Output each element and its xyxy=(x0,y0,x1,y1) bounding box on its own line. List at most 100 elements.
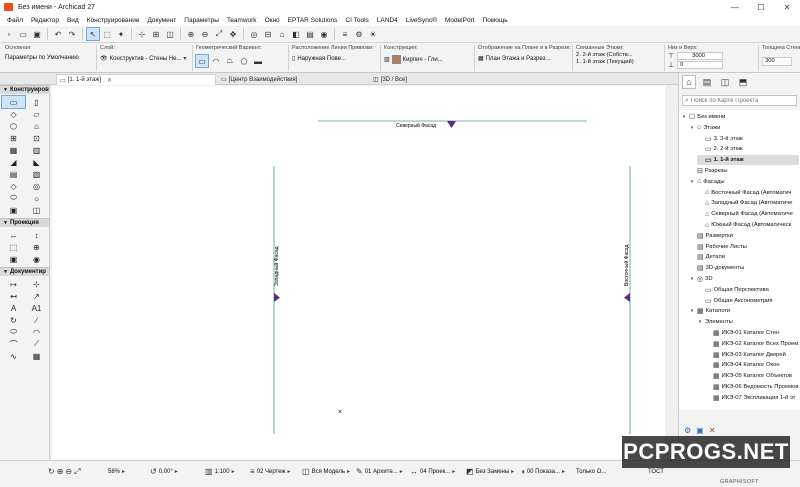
detail-tool-icon[interactable]: ▣ xyxy=(2,253,25,265)
home-story-dropdown[interactable]: 1. 1-й этаж (Текущий) xyxy=(576,59,662,65)
object-tool-icon[interactable]: ◎ xyxy=(25,180,48,192)
thickness-input[interactable]: 300 xyxy=(762,57,792,66)
section-icon[interactable]: ⊟ xyxy=(262,28,274,40)
dimension-tool-icon[interactable]: ↦ xyxy=(2,278,25,290)
navigator-item[interactable]: ▦ ИКЭ-07 Экспликация 1-й эт xyxy=(705,393,799,403)
navigator-item[interactable]: ▾ ⌂ Этажи xyxy=(689,123,799,133)
save-icon[interactable]: ▣ xyxy=(31,28,43,40)
navigator-item[interactable]: ▾ ⌂ Фасады xyxy=(689,177,799,187)
navigator-item[interactable]: ▾ ☐ Без имени xyxy=(681,112,799,122)
navigator-item[interactable]: ⌂ Южный Фасад (Автоматическ xyxy=(697,220,799,230)
log-wall-icon[interactable]: ▬ xyxy=(252,55,264,67)
window-tool-icon[interactable]: ⊡ xyxy=(25,132,48,144)
new-view-icon[interactable]: ▣ xyxy=(696,426,704,435)
figure-tool-icon[interactable]: ▦ xyxy=(25,350,48,362)
beam-tool-icon[interactable]: ◇ xyxy=(2,108,25,120)
stair-tool-icon[interactable]: ◢ xyxy=(2,156,25,168)
menu-livesync[interactable]: LiveSync® xyxy=(402,17,441,24)
snap-guides-icon[interactable]: ⊹ xyxy=(136,28,148,40)
fit-window-icon[interactable]: ⤢ xyxy=(213,28,225,40)
curtain-wall-tool-icon[interactable]: ⊞ xyxy=(2,132,25,144)
worksheet-tool-icon[interactable]: ⊕ xyxy=(25,241,48,253)
expand-toggle-icon[interactable]: ▾ xyxy=(689,179,695,185)
navigator-item[interactable]: ▾ Элементы xyxy=(697,317,799,327)
menu-edit[interactable]: Редактор xyxy=(27,17,63,24)
floor-plan-canvas[interactable]: Северный Фасад Западный Фасад Восточный … xyxy=(52,86,665,460)
straight-wall-icon[interactable]: ▭ xyxy=(195,54,209,68)
settings-gear-icon[interactable]: ⚙ xyxy=(353,28,365,40)
navigator-item[interactable]: ⌂ Северный Фасад (Автоматиче xyxy=(697,209,799,219)
navigator-item[interactable]: ▭ Общая Перспектива xyxy=(697,285,799,295)
close-button[interactable]: ✕ xyxy=(774,0,800,14)
minimize-button[interactable]: — xyxy=(722,0,748,14)
navigator-item[interactable]: ▦ ИКЭ-04 Каталог Окон xyxy=(705,360,799,370)
menu-view[interactable]: Вид xyxy=(63,17,83,24)
elevation-icon[interactable]: ⌂ xyxy=(276,28,288,40)
arc-tool-icon[interactable]: ◠ xyxy=(25,326,48,338)
menu-window[interactable]: Окно xyxy=(261,17,284,24)
fit-window-icon[interactable]: ⤢ xyxy=(74,467,80,477)
dimension-dropdown[interactable]: ↔ 04 Проек... ▸ xyxy=(410,465,455,478)
delete-icon[interactable]: ✕ xyxy=(709,426,716,435)
display-dropdown[interactable]: ▦ План Этажа и Разрез... xyxy=(478,55,568,63)
menu-document[interactable]: Документ xyxy=(143,17,180,24)
zoom-in-icon[interactable]: ⊕ xyxy=(57,467,64,476)
wall-tool-icon[interactable]: ▭ xyxy=(1,95,26,109)
level-dimension-tool-icon[interactable]: ⊹ xyxy=(25,278,48,290)
grid-snap-icon[interactable]: ⊞ xyxy=(150,28,162,40)
navigator-search-input[interactable] xyxy=(690,97,791,104)
menu-modelport[interactable]: ModelPort xyxy=(441,17,479,24)
navigator-item[interactable]: ▦ ИКЭ-05 Каталог Объектов xyxy=(705,371,799,381)
arrow-select-icon[interactable]: ↖ xyxy=(86,27,100,41)
default-settings-dropdown[interactable]: Параметры по Умолчанию xyxy=(5,55,79,61)
new-file-icon[interactable]: ▫ xyxy=(3,28,15,40)
zoom-dropdown[interactable]: 58% ▸ xyxy=(108,465,125,478)
maximize-button[interactable]: ☐ xyxy=(748,0,774,14)
undo-icon[interactable]: ↶ xyxy=(52,28,64,40)
menu-help[interactable]: Помощь xyxy=(479,17,512,24)
toolbox-section-document[interactable]: ▼ Документир xyxy=(0,267,49,276)
tab-floor-1[interactable]: ▭ [1. 1-й этаж] ✕ xyxy=(56,74,216,85)
navigator-item[interactable]: ▤ Развертки xyxy=(689,231,799,241)
shell-tool-icon[interactable]: ⌂ xyxy=(25,120,48,132)
bottom-offset-input[interactable]: 0 xyxy=(677,61,724,69)
interior-icon[interactable]: ◧ xyxy=(290,28,302,40)
label-tool-icon[interactable]: A1 xyxy=(25,302,48,314)
wall-end-tool-icon[interactable]: ◫ xyxy=(25,204,48,216)
angle-dimension-tool-icon[interactable]: ↗ xyxy=(25,290,48,302)
navigator-item[interactable]: ⊟ Разрезы xyxy=(689,166,799,176)
renovation-filter-dropdown[interactable]: ◩ Без Замены ▸ xyxy=(466,465,514,478)
detail-icon[interactable]: ◉ xyxy=(318,28,330,40)
roof-tool-icon[interactable]: ⬡ xyxy=(2,120,25,132)
open-folder-icon[interactable]: ▭ xyxy=(17,28,29,40)
navigator-item[interactable]: ▦ ИКЭ-03 Каталог Дверей xyxy=(705,350,799,360)
worksheet-icon[interactable]: ▤ xyxy=(304,28,316,40)
navigator-item[interactable]: ▦ ИКЭ-06 Ведомость Проемов xyxy=(705,382,799,392)
navigator-item[interactable]: ▭ 3. 3-й этаж xyxy=(697,134,799,144)
door-tool-icon[interactable]: ▦ xyxy=(2,144,25,156)
zoom-in-icon[interactable]: ⊕ xyxy=(185,28,197,40)
model-view-dropdown[interactable]: ◫ Вся Модель ▸ xyxy=(302,465,350,478)
marquee-icon[interactable]: ⬚ xyxy=(101,28,113,40)
polygon-wall-icon[interactable]: ⬠ xyxy=(238,55,250,67)
toolbox-section-viewpoint[interactable]: ▼ Проекция xyxy=(0,218,49,227)
expand-toggle-icon[interactable]: ▾ xyxy=(689,308,695,314)
top-offset-input[interactable]: 3000 xyxy=(677,52,724,60)
skylight-tool-icon[interactable]: ▥ xyxy=(25,144,48,156)
redo-icon[interactable]: ↷ xyxy=(66,28,78,40)
reference-line-dropdown[interactable]: ▯ Наружная Пове... xyxy=(292,55,376,63)
column-tool-icon[interactable]: ▯ xyxy=(25,96,48,108)
tab-3d-all[interactable]: ◫ [3D / Все] xyxy=(370,74,450,85)
project-map-icon[interactable]: ⌂ xyxy=(682,75,696,89)
settings-icon[interactable]: ⚙ xyxy=(684,426,691,435)
expand-toggle-icon[interactable]: ▾ xyxy=(689,276,695,282)
trapezoid-wall-icon[interactable]: ⏢ xyxy=(224,55,236,67)
corner-window-tool-icon[interactable]: ▣ xyxy=(2,204,25,216)
elevation-tool-icon[interactable]: ↕ xyxy=(25,229,48,241)
graphic-override-dropdown[interactable]: ◑ 00 Показа... ▸ xyxy=(520,465,565,478)
3d-view-icon[interactable]: ◎ xyxy=(248,28,260,40)
text-tool-icon[interactable]: A xyxy=(2,302,25,314)
hotspot-tool-icon[interactable]: ∿ xyxy=(2,350,25,362)
menu-options[interactable]: Параметры xyxy=(180,17,223,24)
rotation-angle-dropdown[interactable]: ↺ 0,00° ▸ xyxy=(150,465,178,478)
